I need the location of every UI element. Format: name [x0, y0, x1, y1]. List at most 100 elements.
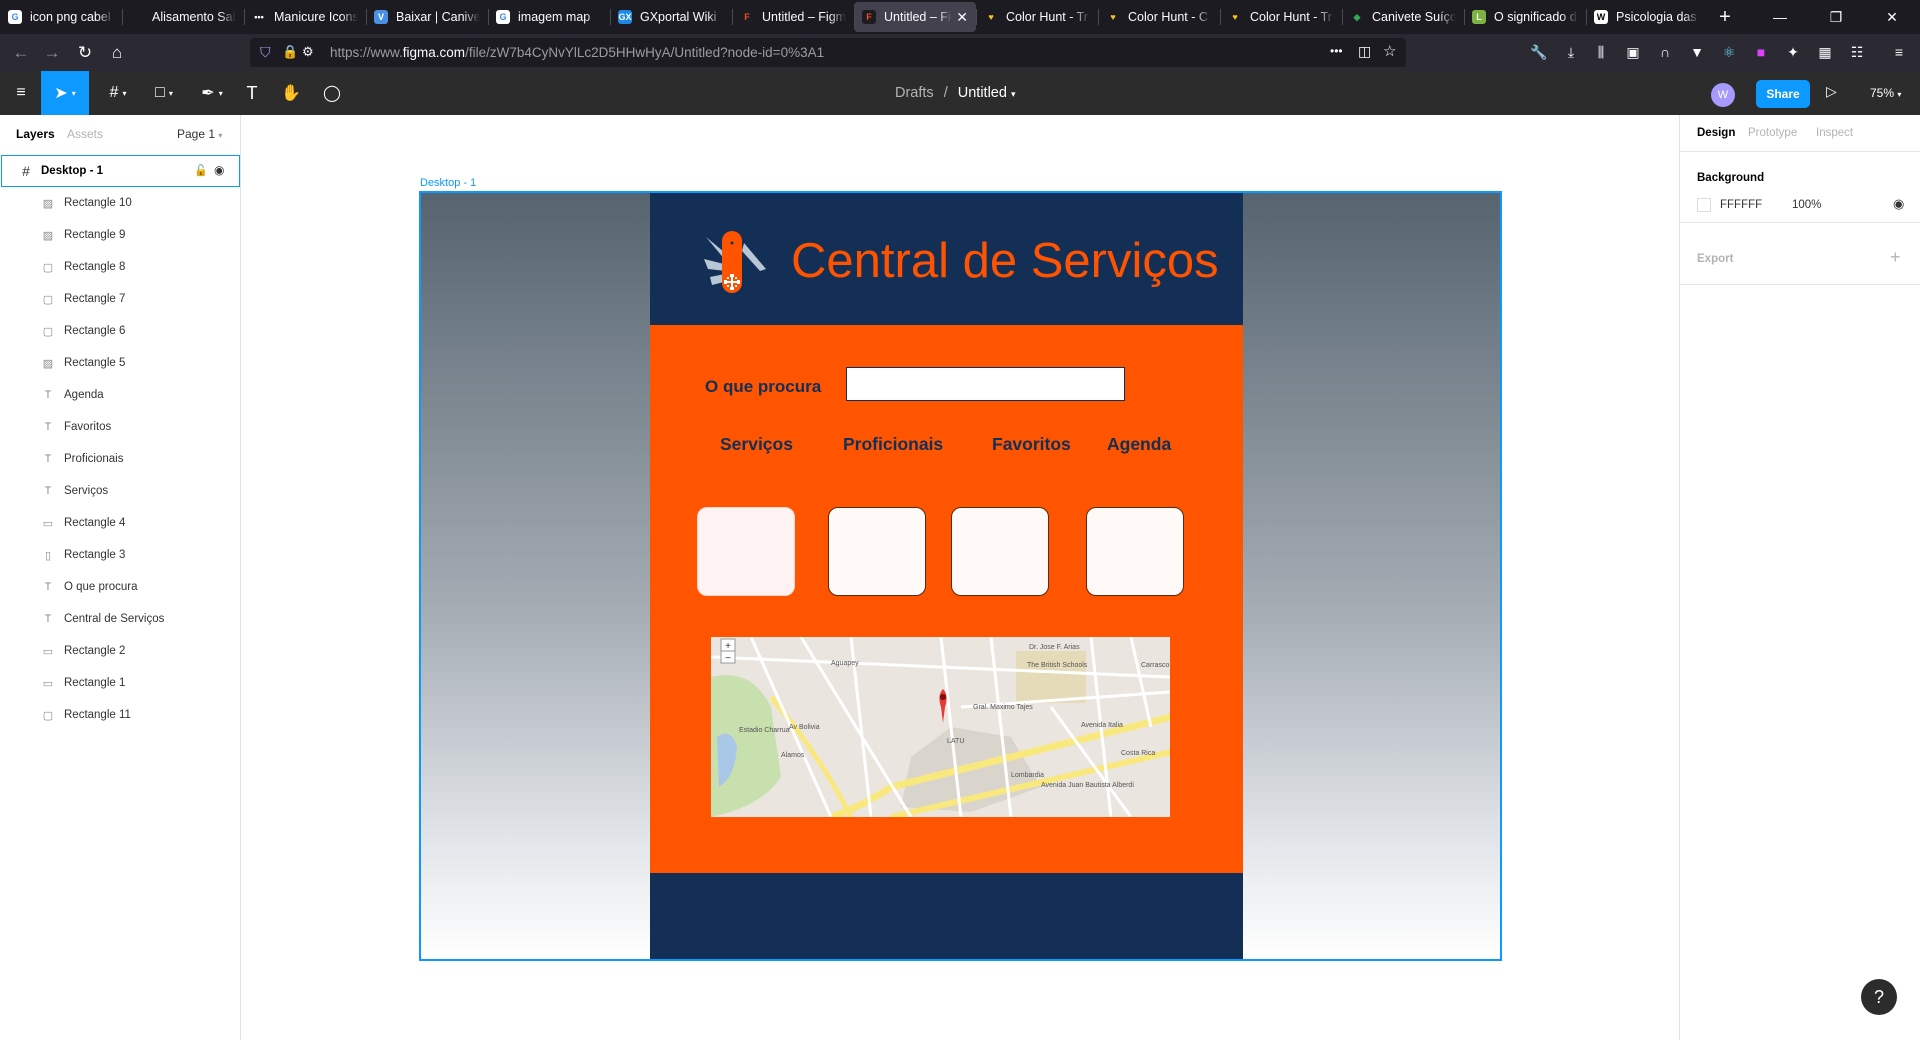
browser-tab[interactable]: ◆ Canivete Suíço	[1342, 0, 1464, 34]
browser-tab[interactable]: L O significado d	[1464, 0, 1586, 34]
browser-tab[interactable]: W Psicologia das	[1586, 0, 1708, 34]
eye-icon[interactable]: ◉	[214, 163, 224, 177]
browser-tab[interactable]: ♥ Color Hunt - C	[1098, 0, 1220, 34]
restore-icon[interactable]: ❐	[1808, 0, 1864, 34]
browser-tab[interactable]: GX GXportal Wiki	[610, 0, 732, 34]
background-swatch[interactable]	[1697, 198, 1711, 212]
browser-tab[interactable]: F Untitled – Figma	[732, 0, 854, 34]
layer-row[interactable]: # Desktop - 1 🔓 ◉	[1, 155, 240, 187]
layer-row[interactable]: ▨ Rectangle 10	[0, 187, 241, 219]
text-tool-icon[interactable]: T	[240, 71, 264, 115]
extension-react-icon[interactable]: ⚛	[1720, 43, 1738, 61]
extension-puzzle-icon[interactable]: ✦	[1784, 43, 1802, 61]
card-agenda[interactable]	[1086, 507, 1184, 596]
browser-tab[interactable]: Alisamento Sal	[122, 0, 244, 34]
share-button[interactable]: Share	[1756, 80, 1810, 108]
extension-color-icon[interactable]: ■	[1752, 43, 1770, 61]
move-tool-button[interactable]: ➤ ▾	[41, 71, 89, 115]
nav-agenda[interactable]: Agenda	[1107, 434, 1171, 455]
card-favoritos[interactable]	[951, 507, 1049, 596]
comment-tool-icon[interactable]: ◯	[320, 71, 344, 115]
page-actions-icon[interactable]: •••	[1330, 44, 1343, 58]
nav-servicos[interactable]: Serviços	[720, 434, 793, 455]
url-bar[interactable]: ⛉ 🔒 ⚙ https://www.figma.com/file/zW7b4Cy…	[250, 38, 1406, 67]
sidebar-icon[interactable]: ▣	[1624, 43, 1642, 61]
page-selector[interactable]: Page 1 ▾	[177, 127, 222, 141]
nav-favoritos[interactable]: Favoritos	[992, 434, 1071, 455]
layer-row[interactable]: T Proficionais	[0, 443, 241, 475]
layer-row[interactable]: T O que procura	[0, 571, 241, 603]
layer-row[interactable]: T Central de Serviços	[0, 603, 241, 635]
layer-row[interactable]: T Favoritos	[0, 411, 241, 443]
new-tab-button[interactable]: +	[1708, 0, 1742, 34]
home-icon[interactable]: ⌂	[104, 40, 130, 66]
layer-row[interactable]: ▢ Rectangle 11	[0, 699, 241, 731]
map-image[interactable]: + − Estadio Charrua The British Schools LA…	[711, 637, 1170, 817]
layer-row[interactable]: ▢ Rectangle 7	[0, 283, 241, 315]
pocket-icon[interactable]: ◫	[1358, 43, 1371, 60]
close-window-icon[interactable]: ✕	[1864, 0, 1920, 34]
breadcrumb-drafts[interactable]: Drafts	[895, 85, 934, 101]
browser-tab[interactable]: ♥ Color Hunt - Tr	[1220, 0, 1342, 34]
layer-row[interactable]: ▨ Rectangle 5	[0, 347, 241, 379]
main-menu-icon[interactable]: ≡	[8, 71, 34, 115]
extension-box-icon[interactable]: ▦	[1816, 43, 1834, 61]
chevron-down-icon[interactable]: ▾	[1011, 89, 1016, 99]
browser-tab[interactable]: Gicon png cabel	[0, 0, 122, 34]
extension-vue-icon[interactable]: ▼	[1688, 43, 1706, 61]
url-text[interactable]: https://www.figma.com/file/zW7b4CyNvYlLc…	[330, 45, 824, 60]
desktop-frame[interactable]: Central de Serviços O que procura Serviç…	[419, 191, 1502, 961]
canvas[interactable]: Desktop - 1 Central de Serviços O que pr…	[241, 115, 1679, 1040]
hand-tool-icon[interactable]: ✋	[279, 71, 303, 115]
frame-tool-button[interactable]: # ▾	[98, 71, 138, 115]
layer-row[interactable]: ▭ Rectangle 1	[0, 667, 241, 699]
browser-tab[interactable]: F Untitled – Figma ✕	[854, 2, 976, 32]
close-tab-icon[interactable]: ✕	[956, 9, 968, 26]
layer-row[interactable]: ▨ Rectangle 9	[0, 219, 241, 251]
card-proficionais[interactable]	[828, 507, 926, 596]
pen-tool-button[interactable]: ✒ ▾	[192, 71, 232, 115]
forward-icon[interactable]: →	[39, 40, 65, 66]
browser-menu-icon[interactable]: ≡	[1890, 43, 1908, 61]
layer-row[interactable]: ▭ Rectangle 2	[0, 635, 241, 667]
layer-row[interactable]: ▢ Rectangle 8	[0, 251, 241, 283]
browser-tab[interactable]: ♥ Color Hunt - Tr	[976, 0, 1098, 34]
reload-icon[interactable]: ↻	[72, 40, 98, 66]
download-icon[interactable]: ⤓	[1562, 43, 1580, 61]
nav-proficionais[interactable]: Proficionais	[843, 434, 943, 455]
tab-assets[interactable]: Assets	[67, 127, 103, 141]
content-section[interactable]: O que procura Serviços Proficionais Favo…	[650, 325, 1243, 873]
site-footer[interactable]	[650, 873, 1243, 959]
search-input[interactable]	[846, 367, 1125, 401]
bookmark-star-icon[interactable]: ☆	[1383, 42, 1396, 60]
frame-label[interactable]: Desktop - 1	[420, 177, 476, 189]
card-servicos[interactable]	[697, 507, 795, 596]
tab-layers[interactable]: Layers	[16, 127, 55, 141]
layer-row[interactable]: T Serviços	[0, 475, 241, 507]
layer-row[interactable]: ▯ Rectangle 3	[0, 539, 241, 571]
unlock-icon[interactable]: 🔓	[194, 164, 208, 177]
extension-feed-icon[interactable]: ☷	[1848, 43, 1866, 61]
tab-inspect[interactable]: Inspect	[1816, 127, 1853, 139]
shape-tool-button[interactable]: □ ▾	[144, 71, 184, 115]
layer-row[interactable]: ▢ Rectangle 6	[0, 315, 241, 347]
background-hex[interactable]: FFFFFF	[1720, 199, 1762, 211]
tab-design[interactable]: Design	[1697, 127, 1735, 139]
browser-tab[interactable]: V Baixar | Canivet	[366, 0, 488, 34]
library-icon[interactable]: ⫼	[1592, 43, 1610, 61]
extension-headphones-icon[interactable]: ∩	[1656, 43, 1674, 61]
avatar[interactable]: W	[1711, 83, 1735, 107]
eye-icon[interactable]: ◉	[1893, 196, 1904, 212]
browser-tab[interactable]: Gimagem map	[488, 0, 610, 34]
back-icon[interactable]: ←	[8, 40, 34, 66]
help-button[interactable]: ?	[1861, 979, 1897, 1015]
present-play-icon[interactable]: ▷	[1826, 83, 1837, 100]
wrench-icon[interactable]: 🔧	[1530, 43, 1548, 61]
file-name[interactable]: Untitled	[958, 85, 1007, 101]
site-header[interactable]: Central de Serviços	[650, 193, 1243, 325]
zoom-level[interactable]: 75% ▾	[1870, 86, 1901, 100]
layer-row[interactable]: ▭ Rectangle 4	[0, 507, 241, 539]
background-opacity[interactable]: 100%	[1792, 199, 1821, 211]
layer-row[interactable]: T Agenda	[0, 379, 241, 411]
minimize-icon[interactable]: —	[1752, 0, 1808, 34]
